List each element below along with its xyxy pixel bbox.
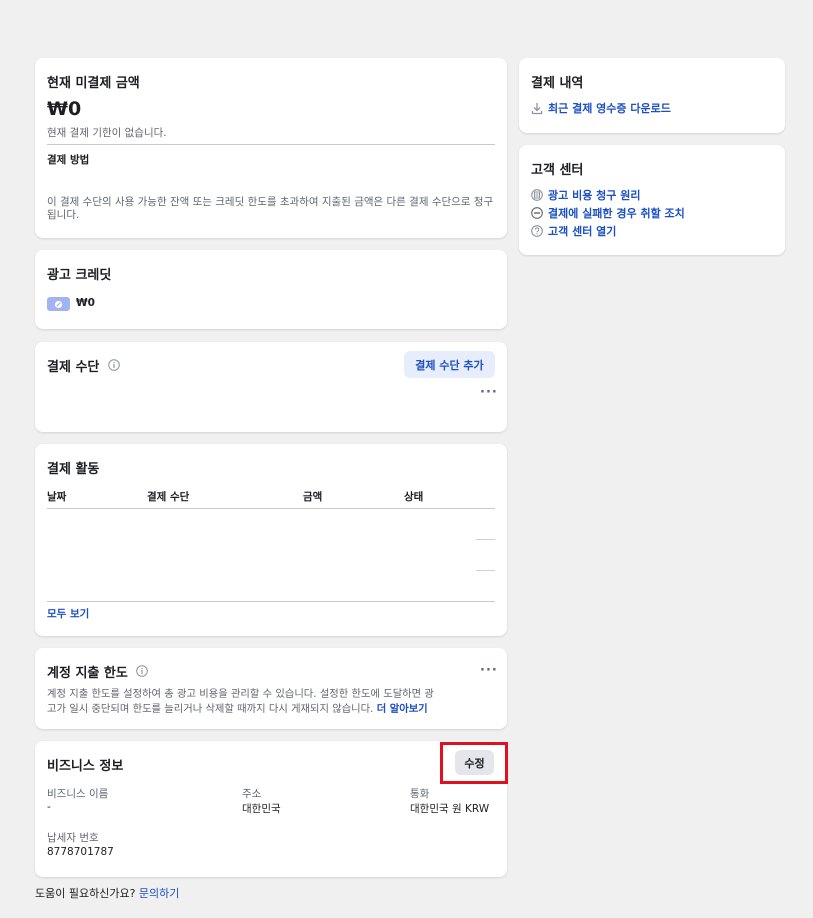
contact-us-link[interactable]: 문의하기 <box>139 887 179 900</box>
help-link-failed-payment[interactable]: 결제에 실패한 경우 취할 조치 <box>531 205 685 221</box>
current-balance-amount: ₩0 <box>47 98 82 120</box>
edit-button[interactable]: 수정 <box>455 750 494 775</box>
billing-history-title: 결제 내역 <box>531 76 584 91</box>
column-header-amount: 금액 <box>303 491 323 503</box>
current-balance-card: 현재 미결제 금액 ₩0 현재 결제 기한이 없습니다. 결제 방법 이 결제 … <box>35 58 507 238</box>
business-name-value: - <box>47 801 51 813</box>
spending-limit-description-line2: 고가 일시 중단되며 한도를 늘리거나 삭제할 때까지 다시 게재되지 않습니다… <box>47 700 428 715</box>
credit-icon <box>54 300 63 308</box>
help-link-label: 광고 비용 청구 원리 <box>548 189 641 202</box>
tax-id-value: 8778701787 <box>47 846 114 858</box>
tax-id-label: 납세자 번호 <box>47 832 99 844</box>
help-center-title: 고객 센터 <box>531 163 584 178</box>
download-icon <box>531 102 543 114</box>
table-footer-divider <box>47 601 495 602</box>
credit-badge <box>47 297 70 311</box>
spending-limit-description-text: 고가 일시 중단되며 한도를 늘리거나 삭제할 때까지 다시 게재되지 않습니다… <box>47 703 374 715</box>
column-header-payment-method: 결제 수단 <box>147 491 190 503</box>
payment-methods-title: 결제 수단 <box>47 360 100 375</box>
info-icon[interactable] <box>135 664 148 677</box>
column-header-date: 날짜 <box>47 491 67 503</box>
spending-limit-description: 계정 지출 한도를 설정하여 총 광고 비용을 관리할 수 있습니다. 설정한 … <box>47 688 434 700</box>
help-link-open-help-center[interactable]: 고객 센터 열기 <box>531 223 616 239</box>
help-link-label: 고객 센터 열기 <box>548 225 617 238</box>
help-link-billing-works[interactable]: 광고 비용 청구 원리 <box>531 187 640 203</box>
currency-label: 통화 <box>410 788 430 800</box>
see-all-link[interactable]: 모두 보기 <box>47 606 89 621</box>
help-center-card: 고객 센터 광고 비용 청구 원리 결제에 실패한 경우 취할 조치 고객 센터… <box>519 145 785 255</box>
help-footer-text: 도움이 필요하신가요? <box>35 887 136 900</box>
payment-method-note: 이 결제 수단의 사용 가능한 잔액 또는 크레딧 한도를 초과하여 지출된 금… <box>47 196 494 221</box>
payment-activity-card: 결제 활동 날짜 결제 수단 금액 상태 모두 보기 <box>35 444 507 636</box>
payment-methods-card: 결제 수단 결제 수단 추가 ··· <box>35 342 507 432</box>
more-options-icon[interactable]: ··· <box>480 386 498 399</box>
billing-history-card: 결제 내역 최근 결제 영수증 다운로드 <box>519 58 785 133</box>
download-receipt-label: 최근 결제 영수증 다운로드 <box>548 102 671 115</box>
help-link-label: 결제에 실패한 경우 취할 조치 <box>548 207 685 220</box>
download-receipt-link[interactable]: 최근 결제 영수증 다운로드 <box>531 100 671 116</box>
address-value: 대한민국 <box>242 803 281 815</box>
table-row-divider <box>476 570 495 571</box>
current-balance-title: 현재 미결제 금액 <box>47 76 140 91</box>
due-date-note: 현재 결제 기한이 없습니다. <box>47 127 167 139</box>
question-circle-icon <box>531 225 543 237</box>
ad-credit-card: 광고 크레딧 ₩0 <box>35 250 507 329</box>
payment-method-label: 결제 방법 <box>47 154 90 166</box>
table-header-divider <box>47 508 495 509</box>
info-icon[interactable] <box>107 358 120 371</box>
divider <box>47 144 495 145</box>
receipt-icon <box>531 189 543 201</box>
business-name-label: 비즈니스 이름 <box>47 788 109 800</box>
spending-limit-card: 계정 지출 한도 ··· 계정 지출 한도를 설정하여 총 광고 비용을 관리할… <box>35 648 507 729</box>
payment-activity-title: 결제 활동 <box>47 462 100 477</box>
ad-credit-title: 광고 크레딧 <box>47 268 112 283</box>
learn-more-link[interactable]: 더 알아보기 <box>377 703 428 715</box>
help-footer: 도움이 필요하신가요? 문의하기 <box>35 885 179 901</box>
business-info-card: 비즈니스 정보 수정 비즈니스 이름 - 주소 대한민국 통화 대한민국 원 K… <box>35 741 508 877</box>
minus-circle-icon <box>531 207 543 219</box>
add-payment-method-button[interactable]: 결제 수단 추가 <box>404 351 495 378</box>
currency-value: 대한민국 원 KRW <box>410 803 490 815</box>
column-header-status: 상태 <box>404 491 424 503</box>
ad-credit-amount: ₩0 <box>76 297 95 309</box>
business-info-title: 비즈니스 정보 <box>47 759 124 774</box>
more-options-icon[interactable]: ··· <box>480 664 498 677</box>
spending-limit-title: 계정 지출 한도 <box>47 666 128 681</box>
table-row-divider <box>476 539 495 540</box>
address-label: 주소 <box>242 788 262 800</box>
